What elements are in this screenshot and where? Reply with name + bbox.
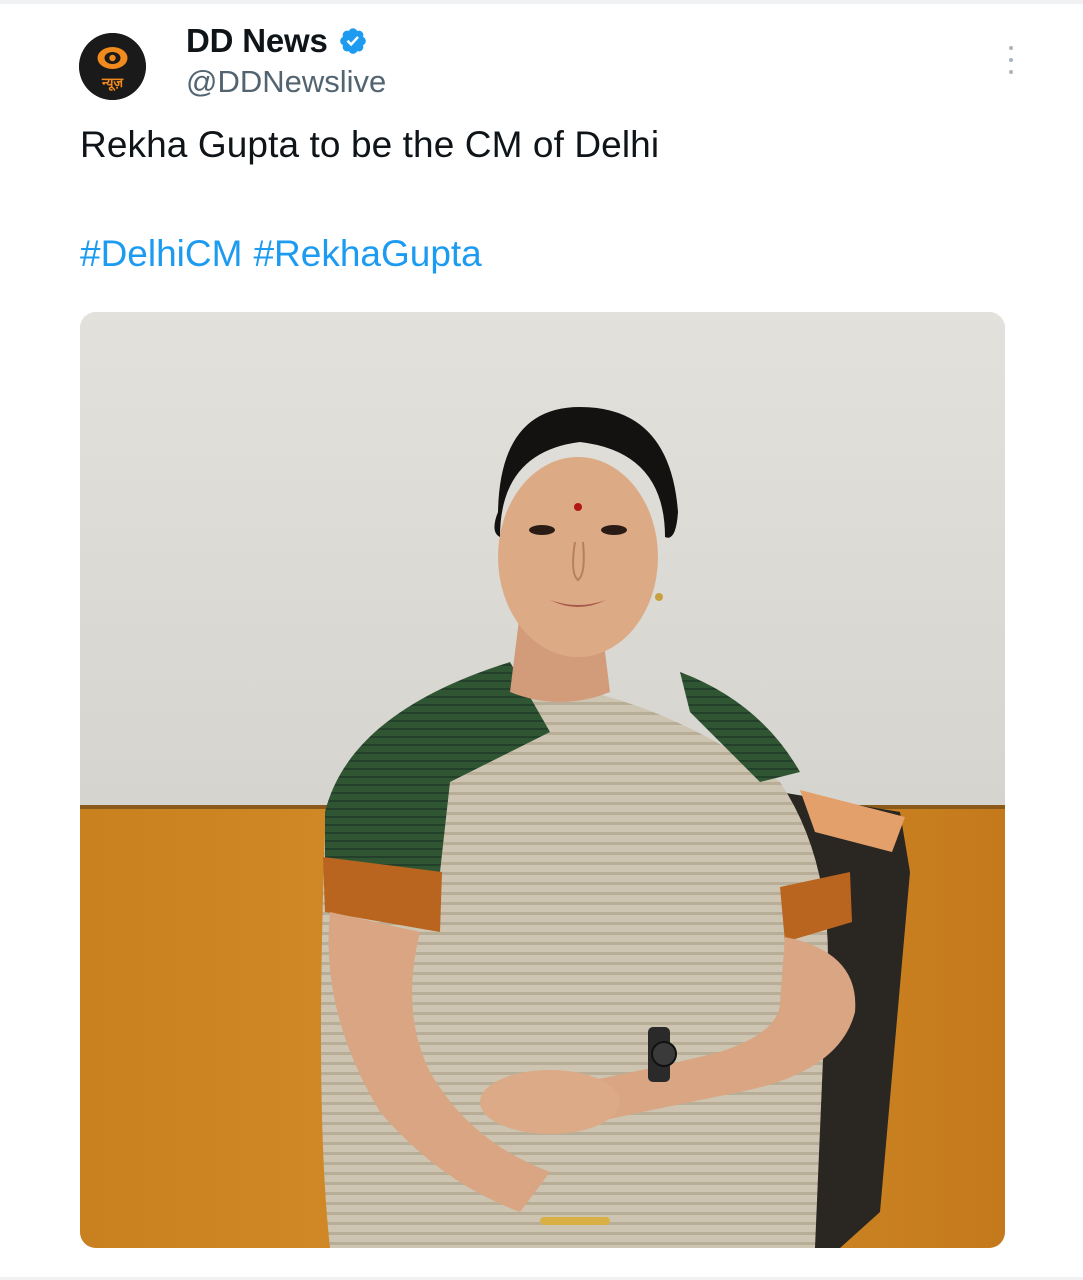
more-dot xyxy=(1009,70,1013,74)
author-avatar[interactable]: न्यूज़ xyxy=(79,33,146,100)
photo-illustration xyxy=(80,312,1005,1248)
top-divider xyxy=(0,0,1083,4)
hashtag-rekhagupta[interactable]: #RekhaGupta xyxy=(253,233,481,275)
name-row: DD News xyxy=(186,20,386,62)
tweet-text: Rekha Gupta to be the CM of Delhi xyxy=(80,124,660,165)
hashtag-row: #DelhiCM #RekhaGupta xyxy=(80,233,482,275)
author-display-name[interactable]: DD News xyxy=(186,22,328,60)
more-dot xyxy=(1009,58,1013,62)
avatar-caption: न्यूज़ xyxy=(101,76,124,91)
dd-news-logo-icon: न्यूज़ xyxy=(79,33,146,100)
author-handle[interactable]: @DDNewslive xyxy=(186,64,386,100)
hashtag-delhicm[interactable]: #DelhiCM xyxy=(80,233,242,275)
more-options-icon[interactable] xyxy=(1002,46,1020,74)
tweet-card: न्यूज़ DD News @DDNewslive Rekha Gupta t… xyxy=(0,0,1083,1280)
verified-badge-icon xyxy=(338,26,368,56)
tweet-photo[interactable] xyxy=(80,312,1005,1248)
tweet-header: DD News @DDNewslive xyxy=(186,20,386,100)
more-dot xyxy=(1009,46,1013,50)
